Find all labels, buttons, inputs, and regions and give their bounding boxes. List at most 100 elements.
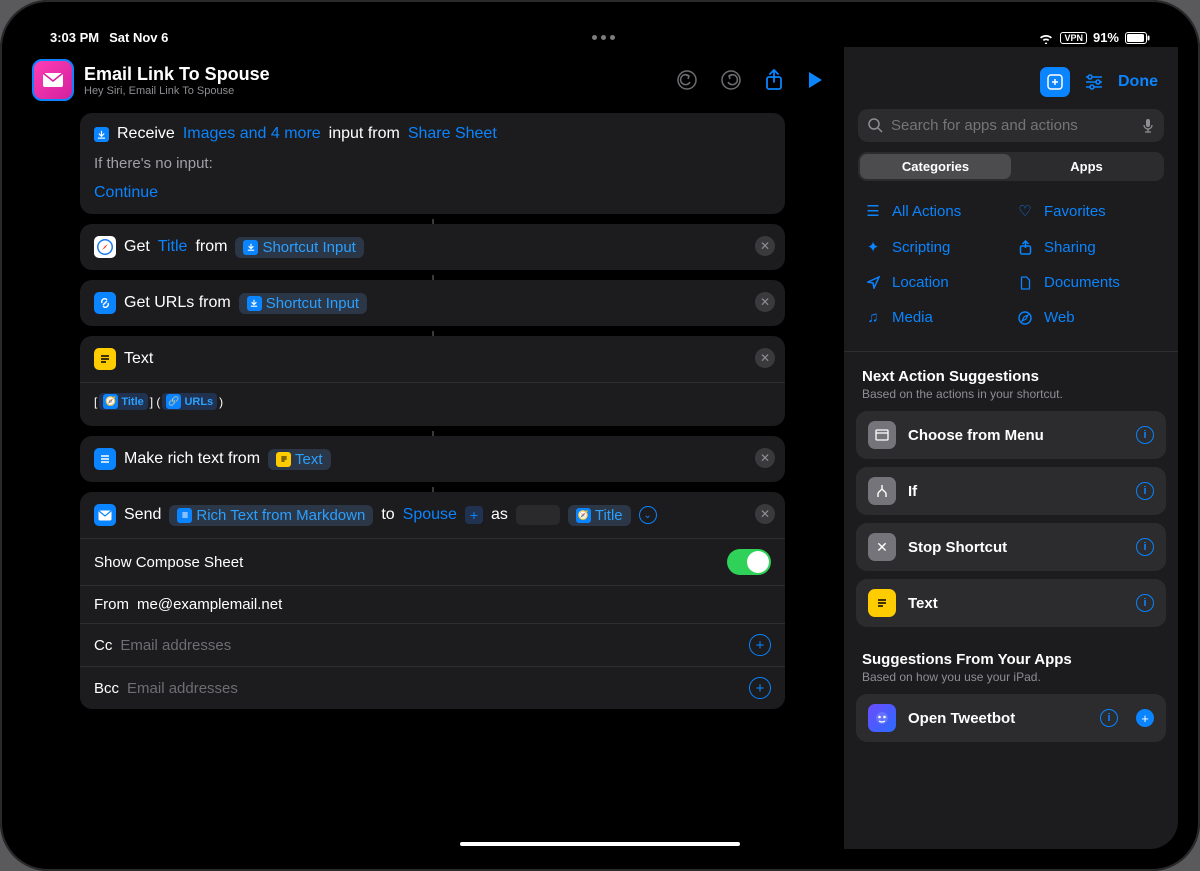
text-field[interactable]: [ 🧭Title ] ( 🔗URLs ) [80, 382, 785, 426]
label: Get [124, 238, 150, 256]
link-icon [94, 292, 116, 314]
shortcut-app-icon[interactable] [32, 59, 74, 101]
suggestion-open-tweetbot[interactable]: Open Tweetbot i + [856, 694, 1166, 742]
variable-title[interactable]: 🧭 Title [568, 505, 631, 526]
branch-icon [868, 477, 896, 505]
info-button[interactable]: i [1136, 594, 1154, 612]
compass-icon [1016, 311, 1034, 325]
suggestions-title: Next Action Suggestions [862, 368, 1160, 385]
cat-location[interactable]: Location [864, 267, 1006, 298]
remove-step-button[interactable]: ✕ [755, 348, 775, 368]
cat-favorites[interactable]: ♡Favorites [1016, 195, 1158, 227]
x-icon: ✕ [868, 533, 896, 561]
step-receive[interactable]: Receive Images and 4 more input from Sha… [80, 113, 785, 214]
seg-apps[interactable]: Apps [1011, 154, 1162, 179]
add-cc-button[interactable]: + [749, 634, 771, 656]
shortcut-subtitle: Hey Siri, Email Link To Spouse [84, 85, 667, 97]
label: Text [124, 350, 153, 368]
step-get-details[interactable]: ✕ Get Title from Shortcut Input [80, 224, 785, 270]
suggestion-choose-menu[interactable]: Choose from Menu i [856, 411, 1166, 459]
redo-button[interactable] [721, 70, 741, 90]
variable-text[interactable]: Text [268, 449, 331, 470]
multitask-dots-icon[interactable] [592, 35, 615, 40]
suggestion-stop[interactable]: ✕ Stop Shortcut i [856, 523, 1166, 571]
cat-scripting[interactable]: ✦Scripting [864, 231, 1006, 263]
heart-icon: ♡ [1016, 202, 1034, 220]
expand-options-button[interactable]: ⌄ [639, 506, 657, 524]
search-input[interactable] [891, 117, 1134, 134]
variable-shortcut-input[interactable]: Shortcut Input [235, 237, 363, 258]
info-button[interactable]: i [1136, 538, 1154, 556]
recipient-token[interactable]: Spouse [403, 506, 457, 524]
editor-header: Email Link To Spouse Hey Siri, Email Lin… [22, 47, 843, 113]
tweetbot-icon [868, 704, 896, 732]
music-icon: ♫ [864, 309, 882, 326]
detail-token[interactable]: Title [158, 238, 188, 256]
label: as [491, 506, 508, 524]
cat-documents[interactable]: Documents [1016, 267, 1158, 298]
row-from[interactable]: From me@examplemail.net [80, 585, 785, 623]
receive-source-token[interactable]: Share Sheet [408, 125, 497, 143]
input-icon [247, 296, 262, 311]
richtext-mini-icon [177, 508, 192, 523]
info-button[interactable]: i [1136, 482, 1154, 500]
share-button[interactable] [765, 69, 783, 91]
app-suggestions-title: Suggestions From Your Apps [862, 651, 1160, 668]
no-input-action[interactable]: Continue [94, 184, 158, 202]
safari-icon [94, 236, 116, 258]
info-button[interactable]: i [1136, 426, 1154, 444]
seg-categories[interactable]: Categories [860, 154, 1011, 179]
done-button[interactable]: Done [1118, 73, 1158, 91]
compose-toggle[interactable] [727, 549, 771, 575]
battery-icon [1125, 32, 1150, 44]
text-icon [94, 348, 116, 370]
text-icon [868, 589, 896, 617]
segmented-control[interactable]: Categories Apps [858, 152, 1164, 181]
info-button[interactable]: i [1100, 709, 1118, 727]
cat-sharing[interactable]: Sharing [1016, 231, 1158, 263]
dictate-icon[interactable] [1142, 118, 1154, 134]
label: input from [329, 125, 400, 143]
cat-web[interactable]: Web [1016, 302, 1158, 333]
cat-media[interactable]: ♫Media [864, 302, 1006, 333]
run-button[interactable] [807, 71, 823, 89]
suggestion-text[interactable]: Text i [856, 579, 1166, 627]
undo-button[interactable] [677, 70, 697, 90]
wifi-icon [1038, 32, 1054, 44]
step-send-mail[interactable]: ✕ Send Rich Text from Markdown to Spouse… [80, 492, 785, 709]
variable-shortcut-input[interactable]: Shortcut Input [239, 293, 367, 314]
receive-types-token[interactable]: Images and 4 more [183, 125, 321, 143]
status-date: Sat Nov 6 [109, 30, 168, 45]
label: Receive [117, 125, 175, 143]
variable-richtext[interactable]: Rich Text from Markdown [169, 505, 373, 526]
add-recipient-button[interactable]: + [465, 506, 483, 524]
suggestion-if[interactable]: If i [856, 467, 1166, 515]
remove-step-button[interactable]: ✕ [755, 504, 775, 524]
app-suggestions-subtitle: Based on how you use your iPad. [862, 670, 1160, 684]
row-bcc[interactable]: Bcc Email addresses + [80, 666, 785, 709]
home-indicator[interactable] [460, 842, 740, 846]
remove-step-button[interactable]: ✕ [755, 292, 775, 312]
label: Make rich text from [124, 450, 260, 468]
input-icon [94, 127, 109, 142]
wand-icon: ✦ [864, 238, 882, 256]
remove-step-button[interactable]: ✕ [755, 448, 775, 468]
cat-all-actions[interactable]: ☰All Actions [864, 195, 1006, 227]
side-header: Done [844, 47, 1178, 109]
suggestions-subtitle: Based on the actions in your shortcut. [862, 387, 1160, 401]
step-rich-text[interactable]: ✕ Make rich text from Text [80, 436, 785, 482]
search-field[interactable] [858, 109, 1164, 142]
no-input-label: If there's no input: [94, 155, 213, 172]
add-action-button[interactable]: + [1136, 709, 1154, 727]
row-cc[interactable]: Cc Email addresses + [80, 623, 785, 666]
label: to [381, 506, 394, 524]
list-icon: ☰ [864, 202, 882, 220]
step-text[interactable]: ✕ Text [ 🧭Title ] ( 🔗URLs ) [80, 336, 785, 426]
settings-sliders-button[interactable] [1084, 74, 1104, 90]
step-get-urls[interactable]: ✕ Get URLs from Shortcut Input [80, 280, 785, 326]
remove-step-button[interactable]: ✕ [755, 236, 775, 256]
menu-icon [868, 421, 896, 449]
add-bcc-button[interactable]: + [749, 677, 771, 699]
subject-prefix-chip[interactable] [516, 505, 560, 525]
library-button[interactable] [1040, 67, 1070, 97]
